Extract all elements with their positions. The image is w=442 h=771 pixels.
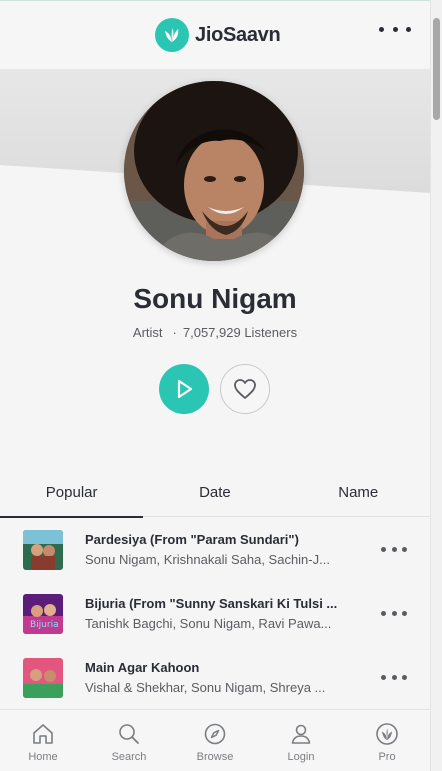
more-horizontal-icon xyxy=(381,610,386,616)
song-title: Bijuria (From "Sunny Sanskari Ki Tulsi .… xyxy=(85,596,338,611)
tab-date[interactable]: Date xyxy=(143,467,286,517)
nav-label: Login xyxy=(287,751,315,763)
page-scrollbar[interactable] xyxy=(430,0,442,771)
nav-browse[interactable]: Browse xyxy=(172,710,258,771)
dot xyxy=(402,610,407,616)
nav-pro[interactable]: Pro xyxy=(344,710,430,771)
song-artists: Tanishk Bagchi, Sonu Nigam, Ravi Pawa... xyxy=(85,616,332,631)
artist-photo xyxy=(124,81,304,261)
song-row[interactable]: Main Agar Kahoon Vishal & Shekhar, Sonu … xyxy=(0,646,430,710)
dot xyxy=(391,546,397,552)
user-icon xyxy=(291,724,311,744)
bottom-navigation: Home Search Browse Login Pro xyxy=(0,709,430,771)
song-more-button[interactable] xyxy=(381,544,407,554)
play-button[interactable] xyxy=(159,364,209,414)
artist-meta: Artist · 7,057,929 Listeners xyxy=(0,325,430,340)
artist-avatar xyxy=(124,81,304,261)
song-title: Pardesiya (From "Param Sundari") xyxy=(85,532,299,547)
nav-label: Search xyxy=(111,751,147,763)
artist-name: Sonu Nigam xyxy=(133,283,297,314)
meta-separator: · xyxy=(172,325,177,340)
song-title: Main Agar Kahoon xyxy=(85,660,200,675)
jiosaavn-logo-icon xyxy=(155,18,189,52)
app-header: JioSaavn xyxy=(0,1,430,69)
nav-search[interactable]: Search xyxy=(86,710,172,771)
song-thumbnail xyxy=(23,658,63,698)
nav-home[interactable]: Home xyxy=(0,710,86,771)
more-horizontal-icon xyxy=(379,26,384,32)
jiosaavn-logo[interactable]: JioSaavn xyxy=(155,18,281,52)
song-artists: Sonu Nigam, Krishnakali Saha, Sachin-J..… xyxy=(85,552,330,567)
svg-text:Bijuria: Bijuria xyxy=(30,620,59,630)
nav-label: Pro xyxy=(378,751,396,763)
song-row[interactable]: Bijuria Bijuria (From "Sunny Sanskari Ki… xyxy=(0,582,430,646)
song-thumbnail xyxy=(23,530,63,570)
scrollbar-thumb[interactable] xyxy=(433,18,440,120)
home-icon xyxy=(33,724,53,744)
tab-name[interactable]: Name xyxy=(287,467,430,517)
dot xyxy=(392,26,398,32)
dot xyxy=(406,26,411,32)
dot xyxy=(402,546,407,552)
nav-label: Home xyxy=(28,751,58,763)
nav-label: Browse xyxy=(196,751,234,763)
song-more-button[interactable] xyxy=(381,608,407,618)
dot xyxy=(402,674,407,680)
listener-count[interactable]: 7,057,929 Listeners xyxy=(183,325,297,340)
more-horizontal-icon xyxy=(381,546,386,552)
song-more-button[interactable] xyxy=(381,672,407,682)
song-artists: Vishal & Shekhar, Sonu Nigam, Shreya ... xyxy=(85,680,326,695)
artist-type: Artist xyxy=(132,325,163,340)
song-sort-tabs: Popular Date Name xyxy=(0,467,430,518)
dot xyxy=(391,674,397,680)
search-icon xyxy=(119,724,139,744)
jiosaavn-pro-icon xyxy=(376,723,398,745)
song-row[interactable]: Pardesiya (From "Param Sundari") Sonu Ni… xyxy=(0,518,430,582)
play-icon xyxy=(177,379,193,399)
song-thumbnail: Bijuria xyxy=(23,594,63,634)
favorite-button[interactable] xyxy=(220,364,270,414)
artist-page: JioSaavn Sonu Nigam Artist · 7,057,929 L… xyxy=(0,0,430,771)
dot xyxy=(391,610,397,616)
more-options-button[interactable] xyxy=(379,21,411,37)
nav-login[interactable]: Login xyxy=(258,710,344,771)
logo-text: JioSaavn xyxy=(195,23,281,46)
tab-popular[interactable]: Popular xyxy=(0,467,144,518)
heart-icon xyxy=(234,379,256,399)
more-horizontal-icon xyxy=(381,674,386,680)
compass-icon xyxy=(204,723,226,745)
